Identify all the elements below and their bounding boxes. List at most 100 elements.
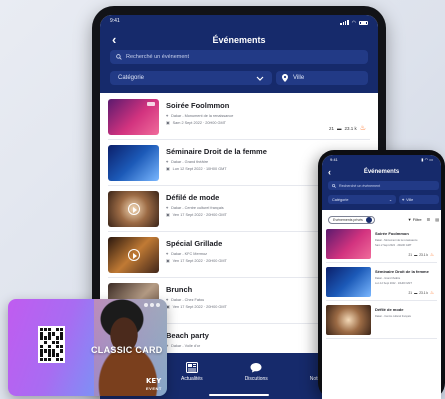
page-title: Événements bbox=[363, 169, 400, 175]
play-icon[interactable] bbox=[127, 249, 140, 261]
home-indicator bbox=[209, 394, 269, 396]
event-stats: 21 ▬ 23.1 k ♨ bbox=[409, 290, 434, 296]
chevron-down-icon: ⌄ bbox=[388, 198, 392, 202]
event-name: Beach party bbox=[166, 331, 209, 340]
calendar-icon: ▣ bbox=[166, 167, 170, 171]
event-name: Brunch bbox=[166, 285, 193, 294]
status-bar: 9:41 ▮ ◠ ▭ bbox=[322, 157, 441, 162]
classic-card-graphic: CLASSIC CARD KEY EVENT bbox=[8, 299, 167, 396]
event-card[interactable]: Soirée Foolmmon Dakar - Monument de la r… bbox=[326, 229, 437, 263]
location-pin-icon: ⌖ bbox=[402, 197, 405, 202]
search-input[interactable]: Recherché un événement bbox=[328, 181, 439, 190]
status-time: 9:41 bbox=[330, 157, 338, 162]
event-date: Sam 2 Sept 2022 · 20H00 GMT bbox=[172, 120, 226, 125]
hot-count: 23.1 k bbox=[344, 125, 357, 131]
hot-count: 23.1 k bbox=[419, 253, 428, 257]
tab-label: Actualités bbox=[181, 376, 203, 382]
event-location: Dakar - Grand théâtre bbox=[375, 277, 401, 280]
search-icon bbox=[116, 54, 122, 60]
event-location: Dakar - KFC Mermoz bbox=[171, 252, 208, 256]
comment-icon: ▬ bbox=[336, 125, 342, 131]
event-thumbnail bbox=[108, 237, 159, 273]
event-date: Lun 12 Sept 2022 · 10H00 GMT bbox=[375, 281, 412, 285]
comment-count: 21 bbox=[408, 291, 413, 295]
status-bar: 9:41 ◠ bbox=[100, 15, 378, 27]
event-location: Dakar - Centre culturel français bbox=[375, 315, 411, 318]
event-name: Soirée Foolmmon bbox=[166, 101, 230, 110]
battery-icon bbox=[359, 20, 368, 25]
news-icon bbox=[185, 362, 198, 373]
event-date: Lun 12 Sept 2022 · 10H00 GMT bbox=[172, 166, 227, 171]
private-events-toggle[interactable]: Evénements privés bbox=[328, 215, 375, 224]
chevron-down-icon bbox=[256, 76, 264, 81]
event-name: Spécial Grillade bbox=[166, 239, 223, 248]
play-icon[interactable] bbox=[127, 203, 140, 215]
event-stats: 21 ▬ 23.1 k ♨ bbox=[329, 124, 366, 132]
wifi-icon: ◠ bbox=[351, 19, 356, 26]
event-location: Dakar - Monument de la renaissance bbox=[375, 239, 418, 242]
event-location: Dakar - Chez Fatou bbox=[171, 298, 205, 302]
search-placeholder: Recherché un événement bbox=[126, 54, 189, 60]
signal-icon bbox=[340, 20, 349, 25]
status-time: 9:41 bbox=[110, 18, 120, 24]
event-card[interactable]: Séminaire Droit de la femme Dakar - Gran… bbox=[326, 267, 437, 301]
toggle-knob bbox=[365, 216, 372, 223]
calendar-icon: ▣ bbox=[166, 259, 170, 263]
event-name: Séminaire Droit de la femme bbox=[375, 269, 429, 274]
event-card[interactable]: Soirée Foolmmon ⌖ Dakar - Monument de la … bbox=[108, 99, 370, 140]
event-date: Ven 17 Sept 2022 · 20H00 GMT bbox=[172, 304, 227, 309]
category-select[interactable]: Catégorie ⌄ bbox=[328, 195, 396, 204]
event-card[interactable]: Défilé de mode Dakar - Centre culturel f… bbox=[326, 305, 437, 339]
category-label: Catégorie bbox=[118, 75, 145, 81]
event-stats: 21 ▬ 23.1 k ♨ bbox=[409, 252, 434, 258]
tablet-header: 9:41 ◠ ‹ Événements Recherché un événeme… bbox=[100, 15, 378, 93]
filter-icon: ▼ bbox=[407, 217, 412, 222]
filter-bar: Catégorie Ville bbox=[110, 71, 368, 85]
card-dots bbox=[144, 303, 160, 307]
category-select[interactable]: Catégorie bbox=[110, 71, 272, 85]
chat-icon bbox=[250, 363, 262, 373]
search-placeholder: Recherché un événement bbox=[339, 183, 381, 188]
event-thumbnail bbox=[108, 145, 159, 181]
event-thumbnail bbox=[326, 229, 371, 259]
flame-icon: ♨ bbox=[429, 290, 434, 295]
city-label: Ville bbox=[293, 75, 305, 81]
media-badge-icon bbox=[147, 102, 155, 106]
page-title: Événements bbox=[212, 35, 266, 45]
phone-device: 9:41 ▮ ◠ ▭ ‹ Événements Recherché un évé… bbox=[318, 150, 445, 399]
location-pin-icon: ⌖ bbox=[166, 114, 169, 118]
location-pin-icon bbox=[282, 74, 288, 82]
toggle-label: Evénements privés bbox=[333, 217, 363, 222]
phone-screen: 9:41 ▮ ◠ ▭ ‹ Événements Recherché un évé… bbox=[322, 155, 441, 399]
calendar-icon: ▣ bbox=[166, 213, 170, 217]
tab-actualites[interactable]: Actualités bbox=[181, 362, 203, 399]
event-date: Ven 17 Sept 2022 · 20H00 GMT bbox=[172, 212, 227, 217]
event-thumbnail bbox=[108, 191, 159, 227]
search-icon bbox=[332, 183, 336, 188]
city-select[interactable]: ⌖ Ville bbox=[399, 195, 439, 204]
event-date: Sam 2 Sept 2022 · 20H00 GMT bbox=[375, 243, 412, 247]
comment-count: 21 bbox=[408, 253, 413, 257]
event-name: Défilé de mode bbox=[375, 307, 404, 312]
filter-bar: Catégorie ⌄ ⌖ Ville bbox=[328, 195, 439, 204]
city-label: Ville bbox=[406, 197, 414, 202]
system-icons: ◠ bbox=[340, 18, 368, 27]
grid-view-icon[interactable]: ▤ bbox=[435, 217, 439, 222]
phone-header: 9:41 ▮ ◠ ▭ ‹ Événements Recherché un évé… bbox=[322, 155, 441, 210]
event-date: Ven 17 Sept 2022 · 20H00 GMT bbox=[172, 258, 227, 263]
event-name: Défilé de mode bbox=[166, 193, 220, 202]
comment-icon: ▬ bbox=[414, 291, 418, 295]
event-thumbnail bbox=[326, 267, 371, 297]
event-location: Dakar - Voile d'or bbox=[171, 344, 201, 348]
tab-label: Discutions bbox=[244, 376, 268, 382]
list-view-icon[interactable]: ☰ bbox=[427, 217, 431, 222]
qr-code-icon bbox=[38, 326, 65, 363]
filter-button[interactable]: ▼ Filtre bbox=[408, 217, 422, 222]
event-name: Séminaire Droit de la femme bbox=[166, 147, 267, 156]
calendar-icon: ▣ bbox=[166, 121, 170, 125]
location-pin-icon: ⌖ bbox=[166, 160, 169, 164]
event-list: Soirée Foolmmon Dakar - Monument de la r… bbox=[322, 229, 441, 343]
search-input[interactable]: Recherché un événement bbox=[110, 50, 368, 64]
hot-count: 23.1 k bbox=[419, 291, 428, 295]
city-select[interactable]: Ville bbox=[276, 71, 368, 85]
